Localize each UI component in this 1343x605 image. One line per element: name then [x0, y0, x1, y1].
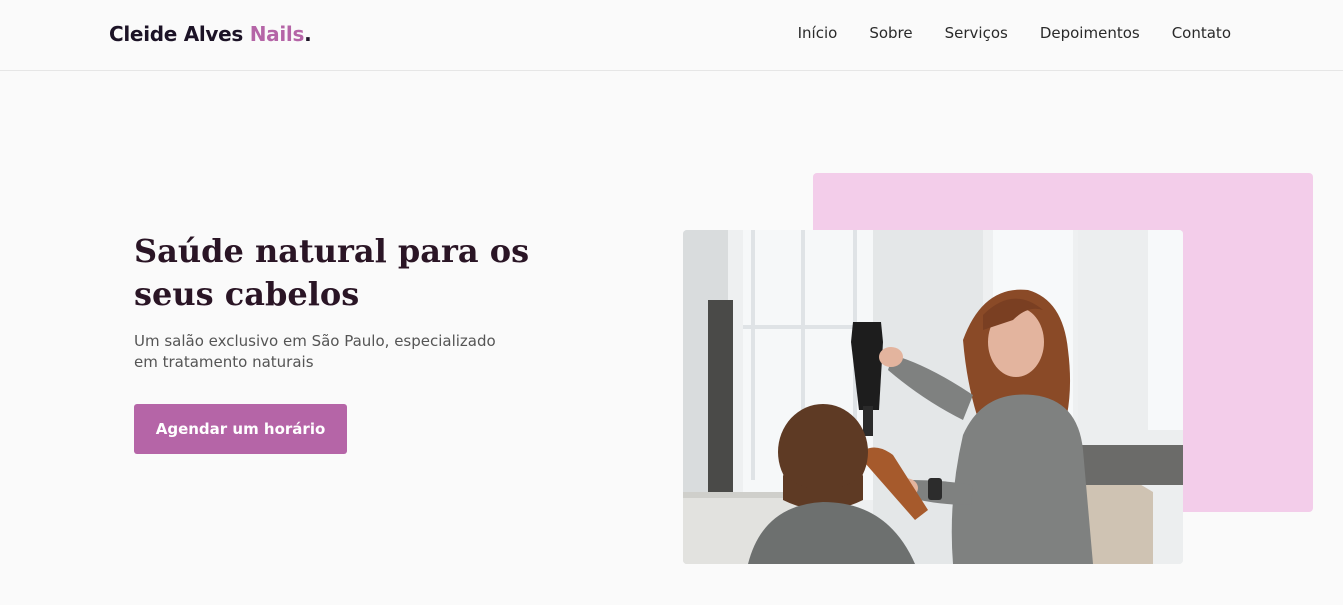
site-logo[interactable]: Cleide Alves Nails. — [109, 22, 312, 46]
main-nav: Início Sobre Serviços Depoimentos Contat… — [798, 24, 1231, 42]
nav-link-servicos[interactable]: Serviços — [945, 24, 1008, 42]
nav-link-sobre[interactable]: Sobre — [869, 24, 912, 42]
logo-accent-text: Nails — [249, 22, 305, 46]
logo-dot: . — [304, 22, 312, 46]
nav-link-contato[interactable]: Contato — [1172, 24, 1231, 42]
logo-main-text: Cleide Alves — [109, 22, 250, 46]
schedule-appointment-button[interactable]: Agendar um horário — [134, 404, 347, 454]
salon-hero-photo — [683, 230, 1183, 564]
hero-subtitle: Um salão exclusivo em São Paulo, especia… — [134, 332, 496, 371]
hero-title: Saúde natural para os seus cabelos — [134, 232, 530, 313]
nav-link-inicio[interactable]: Início — [798, 24, 838, 42]
site-header: Cleide Alves Nails. Início Sobre Serviço… — [0, 0, 1343, 71]
nav-link-depoimentos[interactable]: Depoimentos — [1040, 24, 1140, 42]
